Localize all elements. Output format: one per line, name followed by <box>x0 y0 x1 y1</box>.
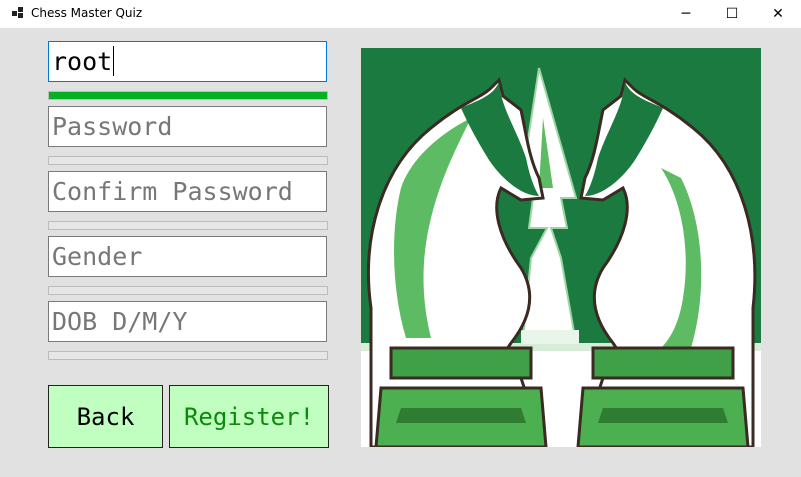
username-strength-bar <box>48 91 328 100</box>
gender-strength-bar <box>48 286 328 295</box>
back-button[interactable]: Back <box>48 385 163 448</box>
register-button[interactable]: Register! <box>169 385 329 448</box>
confirm-password-field[interactable]: Confirm Password <box>48 171 327 212</box>
minimize-button[interactable]: ─ <box>663 0 709 28</box>
text-caret <box>113 46 115 76</box>
maximize-button[interactable]: ☐ <box>709 0 755 28</box>
title-bar: Chess Master Quiz ─ ☐ ✕ <box>0 0 801 28</box>
form-area: root Password Confirm Password Gender DO… <box>0 28 801 477</box>
chess-knights-image <box>361 48 761 447</box>
gender-field[interactable]: Gender <box>48 236 327 277</box>
app-icon <box>12 7 24 19</box>
username-strength-fill <box>49 92 327 99</box>
close-button[interactable]: ✕ <box>755 0 801 28</box>
window-title: Chess Master Quiz <box>31 6 143 20</box>
password-strength-bar <box>48 156 328 165</box>
username-value: root <box>52 47 113 76</box>
dob-field[interactable]: DOB D/M/Y <box>48 301 327 342</box>
dob-strength-bar <box>48 351 328 360</box>
confirm-password-strength-bar <box>48 221 328 230</box>
password-field[interactable]: Password <box>48 106 327 147</box>
username-field[interactable]: root <box>48 41 327 82</box>
